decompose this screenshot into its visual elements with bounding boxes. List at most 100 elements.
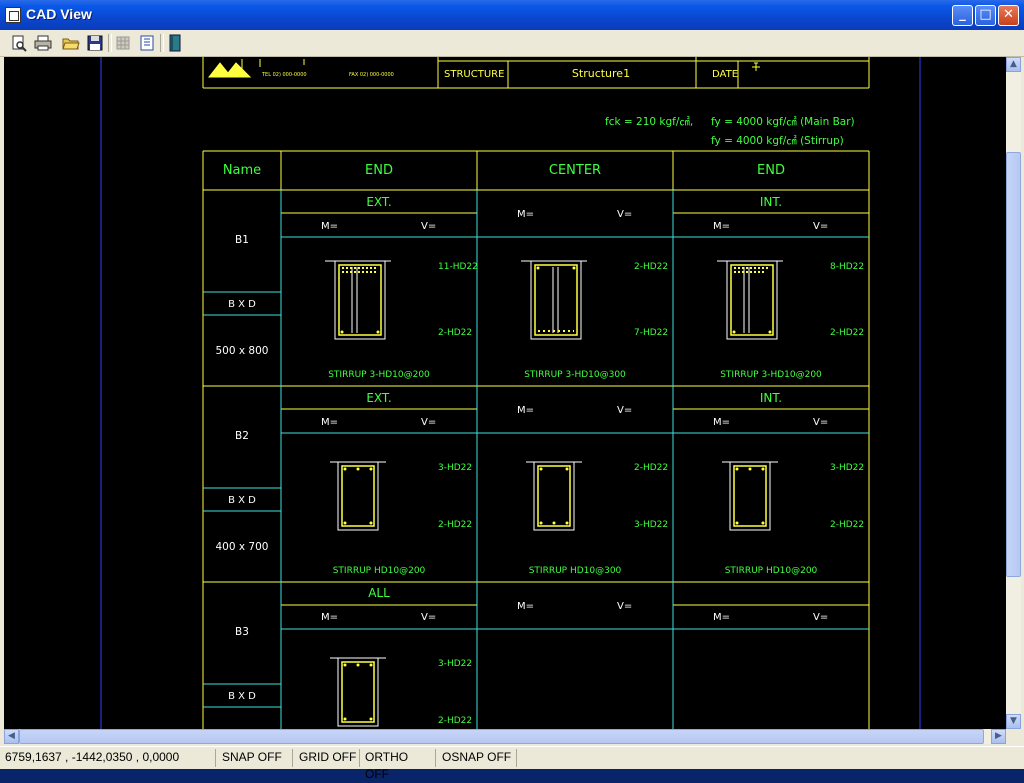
- top-rebar-label: 8-HD22: [830, 262, 864, 272]
- bottom-rebar-label: 2-HD22: [438, 520, 472, 530]
- beam-size: 400 x 700: [216, 541, 269, 553]
- structure-label: STRUCTURE: [444, 69, 504, 80]
- shear-label: V=: [421, 417, 436, 428]
- cad-view-window: CAD View _ □ ✕ TEL 02) 000-0000 FAX 02) …: [0, 0, 1024, 781]
- top-rebar-label: 3-HD22: [830, 463, 864, 473]
- shear-label: V=: [813, 612, 828, 623]
- shear-label: V=: [813, 417, 828, 428]
- toolbar-separator: [108, 34, 112, 52]
- bottom-rebar-label: 7-HD22: [634, 328, 668, 338]
- stirrup-label: STIRRUP 3-HD10@300: [524, 370, 626, 380]
- horizontal-scrollbar[interactable]: ◀ ▶: [4, 729, 1006, 744]
- toolbar: [0, 30, 1024, 57]
- moment-label: M=: [517, 405, 534, 416]
- top-rebar-label: 3-HD22: [438, 463, 472, 473]
- book-icon[interactable]: [166, 34, 184, 52]
- print-icon[interactable]: [34, 34, 52, 52]
- moment-label: M=: [321, 417, 338, 428]
- maximize-button[interactable]: □: [975, 5, 996, 26]
- moment-label: M=: [321, 221, 338, 232]
- fck-text: fck = 210 kgf/㎠,: [605, 116, 693, 128]
- grid-toggle-icon[interactable]: [114, 34, 132, 52]
- bxd-label: B X D: [228, 691, 256, 702]
- scroll-up-button[interactable]: ▲: [1006, 57, 1021, 72]
- beam-size: 500 x 800: [216, 345, 269, 357]
- logo-fax-text: FAX 02) 000-0000: [349, 72, 394, 78]
- bxd-label: B X D: [228, 495, 256, 506]
- cad-drawing: TEL 02) 000-0000 FAX 02) 000-0000 STRUCT…: [100, 57, 921, 729]
- scroll-right-button[interactable]: ▶: [991, 729, 1006, 744]
- snap-toggle[interactable]: SNAP OFF: [219, 749, 293, 767]
- col-header-center: CENTER: [549, 163, 601, 178]
- bxd-label: B X D: [228, 299, 256, 310]
- bottom-rebar-label: 2-HD22: [438, 328, 472, 338]
- bottom-rebar-label: 2-HD22: [830, 520, 864, 530]
- top-rebar-label: 2-HD22: [634, 262, 668, 272]
- print-preview-icon[interactable]: [10, 34, 28, 52]
- beam-row-b3: B3 B X D ALL M= V= M= V= M= V= 3-HD22 2-…: [228, 586, 828, 727]
- fy-stirrup-text: fy = 4000 kgf/㎠ (Stirrup): [711, 135, 844, 147]
- beam-section-b2-ext: [330, 461, 386, 531]
- grid-toggle[interactable]: GRID OFF: [296, 749, 360, 767]
- beam-section-b3-all: [330, 657, 386, 727]
- toolbar-separator: [160, 34, 164, 52]
- beam-section-b1-int: [717, 260, 783, 340]
- shear-label: V=: [813, 221, 828, 232]
- ortho-toggle[interactable]: ORTHO OFF: [362, 749, 436, 781]
- stirrup-label: STIRRUP 3-HD10@200: [328, 370, 430, 380]
- position-label-ext: EXT.: [366, 391, 391, 405]
- position-label-int: INT.: [760, 391, 782, 405]
- top-rebar-label: 2-HD22: [634, 463, 668, 473]
- date-label: DATE: [712, 69, 738, 80]
- bottom-rebar-label: 2-HD22: [830, 328, 864, 338]
- app-icon[interactable]: [5, 7, 21, 23]
- beam-section-b2-int: [722, 461, 778, 531]
- logo-tel-text: TEL 02) 000-0000: [261, 72, 307, 78]
- stirrup-label: STIRRUP HD10@300: [529, 566, 622, 576]
- minimize-button[interactable]: _: [952, 5, 973, 26]
- stirrup-label: STIRRUP HD10@200: [725, 566, 818, 576]
- beam-name: B1: [235, 234, 249, 246]
- osnap-toggle[interactable]: OSNAP OFF: [439, 749, 517, 767]
- open-folder-icon[interactable]: [62, 34, 80, 52]
- moment-label: M=: [713, 221, 730, 232]
- shear-label: V=: [617, 405, 632, 416]
- layer-icon[interactable]: [138, 34, 156, 52]
- beam-row-b1: B1 B X D 500 x 800 EXT. INT. M= V= M= V=…: [216, 195, 865, 380]
- bottom-rebar-label: 3-HD22: [634, 520, 668, 530]
- vertical-scrollbar[interactable]: ▲ ▼: [1006, 57, 1021, 729]
- vertical-scroll-thumb[interactable]: [1006, 152, 1021, 577]
- horizontal-scroll-thumb[interactable]: [19, 729, 984, 744]
- title-bar[interactable]: CAD View _ □ ✕: [0, 0, 1024, 30]
- beam-name: B3: [235, 626, 249, 638]
- cad-canvas[interactable]: TEL 02) 000-0000 FAX 02) 000-0000 STRUCT…: [4, 57, 1006, 729]
- scroll-left-button[interactable]: ◀: [4, 729, 19, 744]
- stirrup-label: STIRRUP HD10@200: [333, 566, 426, 576]
- close-button[interactable]: ✕: [998, 5, 1019, 26]
- moment-label: M=: [321, 612, 338, 623]
- col-header-name: Name: [223, 163, 261, 178]
- moment-label: M=: [517, 601, 534, 612]
- structure-value: Structure1: [572, 67, 630, 80]
- shear-label: V=: [421, 612, 436, 623]
- status-bar: 6759,1637 , -1442,0350 , 0,0000 SNAP OFF…: [0, 746, 1024, 781]
- window-title: CAD View: [26, 6, 92, 22]
- company-logo-icon: [207, 62, 252, 78]
- position-label-int: INT.: [760, 195, 782, 209]
- moment-label: M=: [713, 612, 730, 623]
- save-icon[interactable]: [86, 34, 104, 52]
- moment-label: M=: [517, 209, 534, 220]
- stirrup-label: STIRRUP 3-HD10@200: [720, 370, 822, 380]
- coordinates-readout: 6759,1637 , -1442,0350 , 0,0000: [2, 749, 216, 767]
- scroll-down-button[interactable]: ▼: [1006, 714, 1021, 729]
- bottom-rebar-label: 2-HD22: [438, 716, 472, 726]
- beam-section-b1-ext: [325, 260, 391, 340]
- beam-section-b1-center: [521, 260, 587, 340]
- position-label-ext: EXT.: [366, 195, 391, 209]
- beam-section-b2-center: [526, 461, 582, 531]
- col-header-end-right: END: [757, 163, 785, 178]
- top-rebar-label: 3-HD22: [438, 659, 472, 669]
- shear-label: V=: [421, 221, 436, 232]
- beam-name: B2: [235, 430, 249, 442]
- beam-row-b2: B2 B X D 400 x 700 EXT. INT. M= V= M= V=…: [216, 391, 865, 576]
